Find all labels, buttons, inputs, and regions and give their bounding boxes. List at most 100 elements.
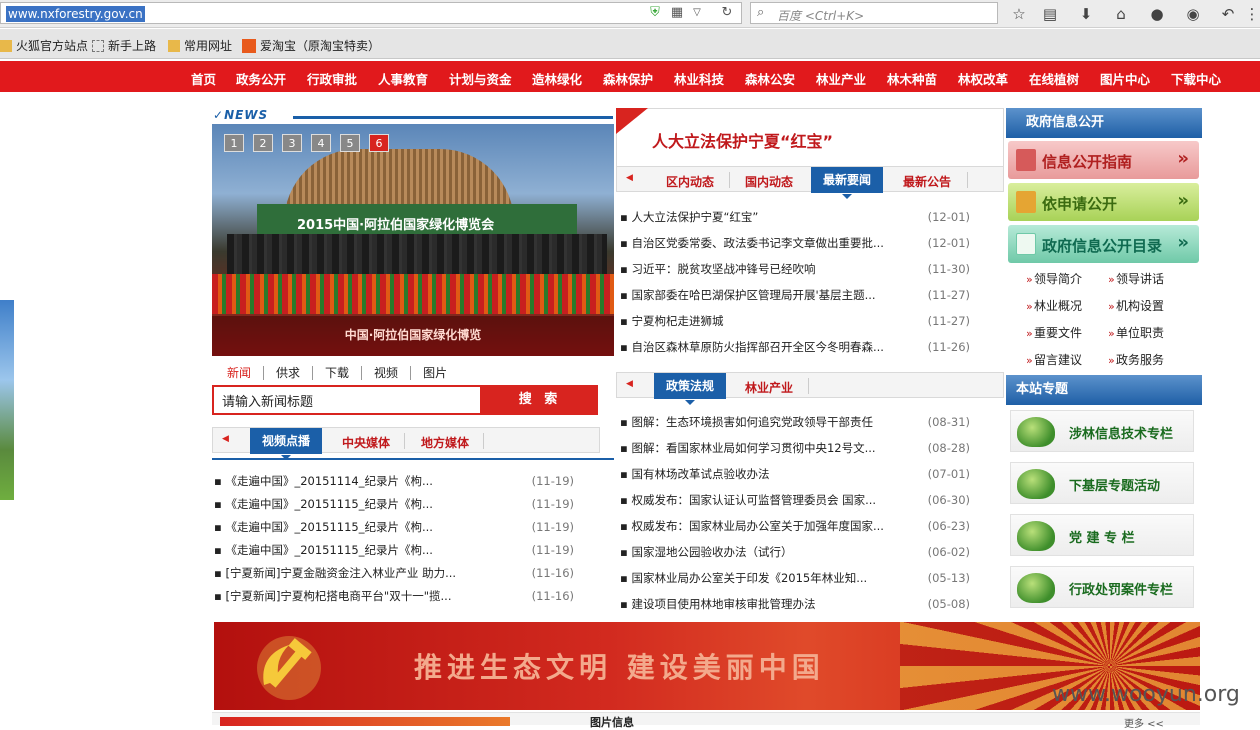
slide-number-active[interactable]: 6 (369, 134, 389, 152)
link-duties[interactable]: 单位职责 (1106, 320, 1198, 347)
slide-number[interactable]: 5 (340, 134, 360, 152)
nav-item[interactable]: 林权改革 (958, 69, 1008, 88)
nav-item[interactable]: 首页 (191, 69, 216, 88)
url-text[interactable]: www.nxforestry.gov.cn (6, 6, 145, 22)
special-topic-it[interactable]: 涉林信息技术专栏 (1010, 410, 1194, 452)
nav-item[interactable]: 森林公安 (745, 69, 795, 88)
download-icon[interactable]: ⬇ (1076, 4, 1096, 24)
list-item[interactable]: ▪ 权威发布：国家林业局办公室关于加强年度国家... (06-23) (620, 513, 970, 539)
shield-icon[interactable]: ⛨ (647, 5, 663, 21)
bookmark-star-icon[interactable]: ☆ (1009, 4, 1029, 24)
list-item[interactable]: ▪ 人大立法保护宁夏“红宝” (12-01) (620, 204, 970, 230)
nav-item[interactable]: 造林绿化 (532, 69, 582, 88)
undo-icon[interactable]: ↶ (1218, 4, 1238, 24)
gov-info-header: 政府信息公开 (1006, 108, 1202, 138)
tab-regional-news[interactable]: 区内动态 (666, 173, 714, 190)
news-slider[interactable]: 2015中国·阿拉伯国家绿化博览会 中国·阿拉伯国家绿化博览 1 2 3 4 5… (212, 124, 614, 356)
tab-latest-news[interactable]: 最新要闻 (811, 167, 884, 199)
nav-item[interactable]: 行政审批 (307, 69, 357, 88)
list-item[interactable]: ▪ 国家林业局办公室关于印发《2015年林业知... (05-13) (620, 565, 970, 591)
news-search-field[interactable] (212, 385, 482, 415)
more-icon[interactable]: ⋮ (1242, 4, 1260, 24)
info-catalog-button[interactable]: 政府信息公开目录 » (1008, 225, 1199, 263)
list-item[interactable]: ▪ 宁夏枸杞走进狮城 (11-27) (620, 308, 970, 334)
search-cat-download[interactable]: 下载 (313, 366, 363, 380)
nav-item[interactable]: 林木种苗 (887, 69, 937, 88)
tab-local-media[interactable]: 地方媒体 (421, 434, 469, 451)
nav-item[interactable]: 人事教育 (378, 69, 428, 88)
tab-central-media[interactable]: 中央媒体 (342, 434, 390, 451)
list-item[interactable]: ▪ 国家部委在哈巴湖保护区管理局开展'基层主题... (11-27) (620, 282, 970, 308)
list-item[interactable]: ▪ 国家湿地公园验收办法（试行） (06-02) (620, 539, 970, 565)
link-services[interactable]: 政务服务 (1106, 347, 1198, 374)
prev-arrow-icon[interactable]: ◀ (626, 379, 633, 389)
list-item[interactable]: ▪ 自治区党委常委、政法委书记李文章做出重要批... (12-01) (620, 230, 970, 256)
list-item[interactable]: ▪ 国有林场改革试点验收办法 (07-01) (620, 461, 970, 487)
tab-policy[interactable]: 政策法规 (654, 373, 727, 405)
link-leaders[interactable]: 领导简介 (1024, 266, 1116, 293)
tab-video-on-demand[interactable]: 视频点播 (250, 428, 323, 460)
news-search-input[interactable] (214, 387, 480, 413)
nav-item[interactable]: 计划与资金 (449, 69, 512, 88)
address-bar[interactable]: www.nxforestry.gov.cn ⛨ ▦ ▽ ↻ (0, 2, 742, 24)
bookmark-getting-started[interactable]: 新手上路 (92, 37, 156, 54)
tab-forestry-industry[interactable]: 林业产业 (745, 379, 793, 396)
slide-number[interactable]: 3 (282, 134, 302, 152)
more-link[interactable]: 更多 << (1124, 715, 1164, 730)
special-topic-penalty[interactable]: 行政处罚案件专栏 (1010, 566, 1194, 608)
link-organization[interactable]: 机构设置 (1106, 293, 1198, 320)
qr-code-icon[interactable]: ▦ (669, 5, 685, 21)
link-feedback[interactable]: 留言建议 (1024, 347, 1116, 374)
chat-icon[interactable]: ● (1147, 4, 1167, 24)
bookmark-firefox[interactable]: 火狐官方站点 (0, 37, 88, 54)
link-documents[interactable]: 重要文件 (1024, 320, 1116, 347)
search-cat-supply[interactable]: 供求 (264, 366, 314, 380)
prev-arrow-icon[interactable]: ◀ (222, 434, 229, 444)
nav-item[interactable]: 森林保护 (603, 69, 653, 88)
bookmark-aitaobao[interactable]: 爱淘宝（原淘宝特卖） (242, 37, 380, 54)
link-speeches[interactable]: 领导讲话 (1106, 266, 1198, 293)
list-item[interactable]: ▪ [宁夏新闻]宁夏枸杞搭电商平台"双十一"揽... (11-16) (214, 585, 574, 608)
prev-arrow-icon[interactable]: ◀ (626, 173, 633, 183)
special-topic-party[interactable]: 党 建 专 栏 (1010, 514, 1194, 556)
list-item[interactable]: ▪ 《走遍中国》_20151115_纪录片《枸... (11-19) (214, 539, 574, 562)
slide-number[interactable]: 4 (311, 134, 331, 152)
info-guide-button[interactable]: 信息公开指南 » (1008, 141, 1199, 179)
nav-item[interactable]: 政务公开 (236, 69, 286, 88)
list-item[interactable]: ▪ 图解：生态环境损害如何追究党政领导干部责任 (08-31) (620, 409, 970, 435)
special-topic-grassroots[interactable]: 下基层专题活动 (1010, 462, 1194, 504)
link-overview[interactable]: 林业概况 (1024, 293, 1116, 320)
search-cat-image[interactable]: 图片 (411, 366, 459, 380)
list-item[interactable]: ▪ 建设项目使用林地审核审批管理办法 (05-08) (620, 591, 970, 617)
list-item[interactable]: ▪ 自治区森林草原防火指挥部召开全区今冬明春森... (11-26) (620, 334, 970, 360)
search-cat-news[interactable]: 新闻 (214, 366, 265, 380)
nav-item[interactable]: 林业科技 (674, 69, 724, 88)
list-item[interactable]: ▪ 《走遍中国》_20151114_纪录片《枸... (11-19) (214, 470, 574, 493)
reading-list-icon[interactable]: ▤ (1040, 4, 1060, 24)
home-icon[interactable]: ⌂ (1111, 4, 1131, 24)
list-item[interactable]: ▪ 权威发布：国家认证认可监督管理委员会 国家... (06-30) (620, 487, 970, 513)
tab-national-news[interactable]: 国内动态 (745, 173, 793, 190)
search-bar[interactable]: ⌕ 百度 <Ctrl+K> (750, 2, 998, 24)
nav-item[interactable]: 图片中心 (1100, 69, 1150, 88)
dropdown-icon[interactable]: ▽ (689, 5, 705, 21)
slide-caption[interactable]: 中国·阿拉伯国家绿化博览 (212, 326, 614, 343)
search-cat-video[interactable]: 视频 (362, 366, 412, 380)
nav-item[interactable]: 在线植树 (1029, 69, 1079, 88)
list-item[interactable]: ▪ 《走遍中国》_20151115_纪录片《枸... (11-19) (214, 516, 574, 539)
apply-disclosure-button[interactable]: 依申请公开 » (1008, 183, 1199, 221)
headline-title[interactable]: 人大立法保护宁夏“红宝” (652, 128, 833, 152)
list-item[interactable]: ▪ 习近平：脱贫攻坚战冲锋号已经吹响 (11-30) (620, 256, 970, 282)
list-item[interactable]: ▪ 《走遍中国》_20151115_纪录片《枸... (11-19) (214, 493, 574, 516)
slide-number[interactable]: 2 (253, 134, 273, 152)
list-item[interactable]: ▪ [宁夏新闻]宁夏金融资金注入林业产业 助力... (11-16) (214, 562, 574, 585)
search-button[interactable]: 搜 索 (482, 385, 598, 415)
message-icon[interactable]: ◉ (1183, 4, 1203, 24)
nav-item[interactable]: 林业产业 (816, 69, 866, 88)
nav-item[interactable]: 下载中心 (1171, 69, 1221, 88)
slide-number[interactable]: 1 (224, 134, 244, 152)
reload-icon[interactable]: ↻ (719, 5, 735, 21)
tab-latest-notices[interactable]: 最新公告 (903, 173, 951, 190)
bookmark-common-sites[interactable]: 常用网址 (168, 37, 232, 54)
list-item[interactable]: ▪ 图解：看国家林业局如何学习贯彻中央12号文... (08-28) (620, 435, 970, 461)
